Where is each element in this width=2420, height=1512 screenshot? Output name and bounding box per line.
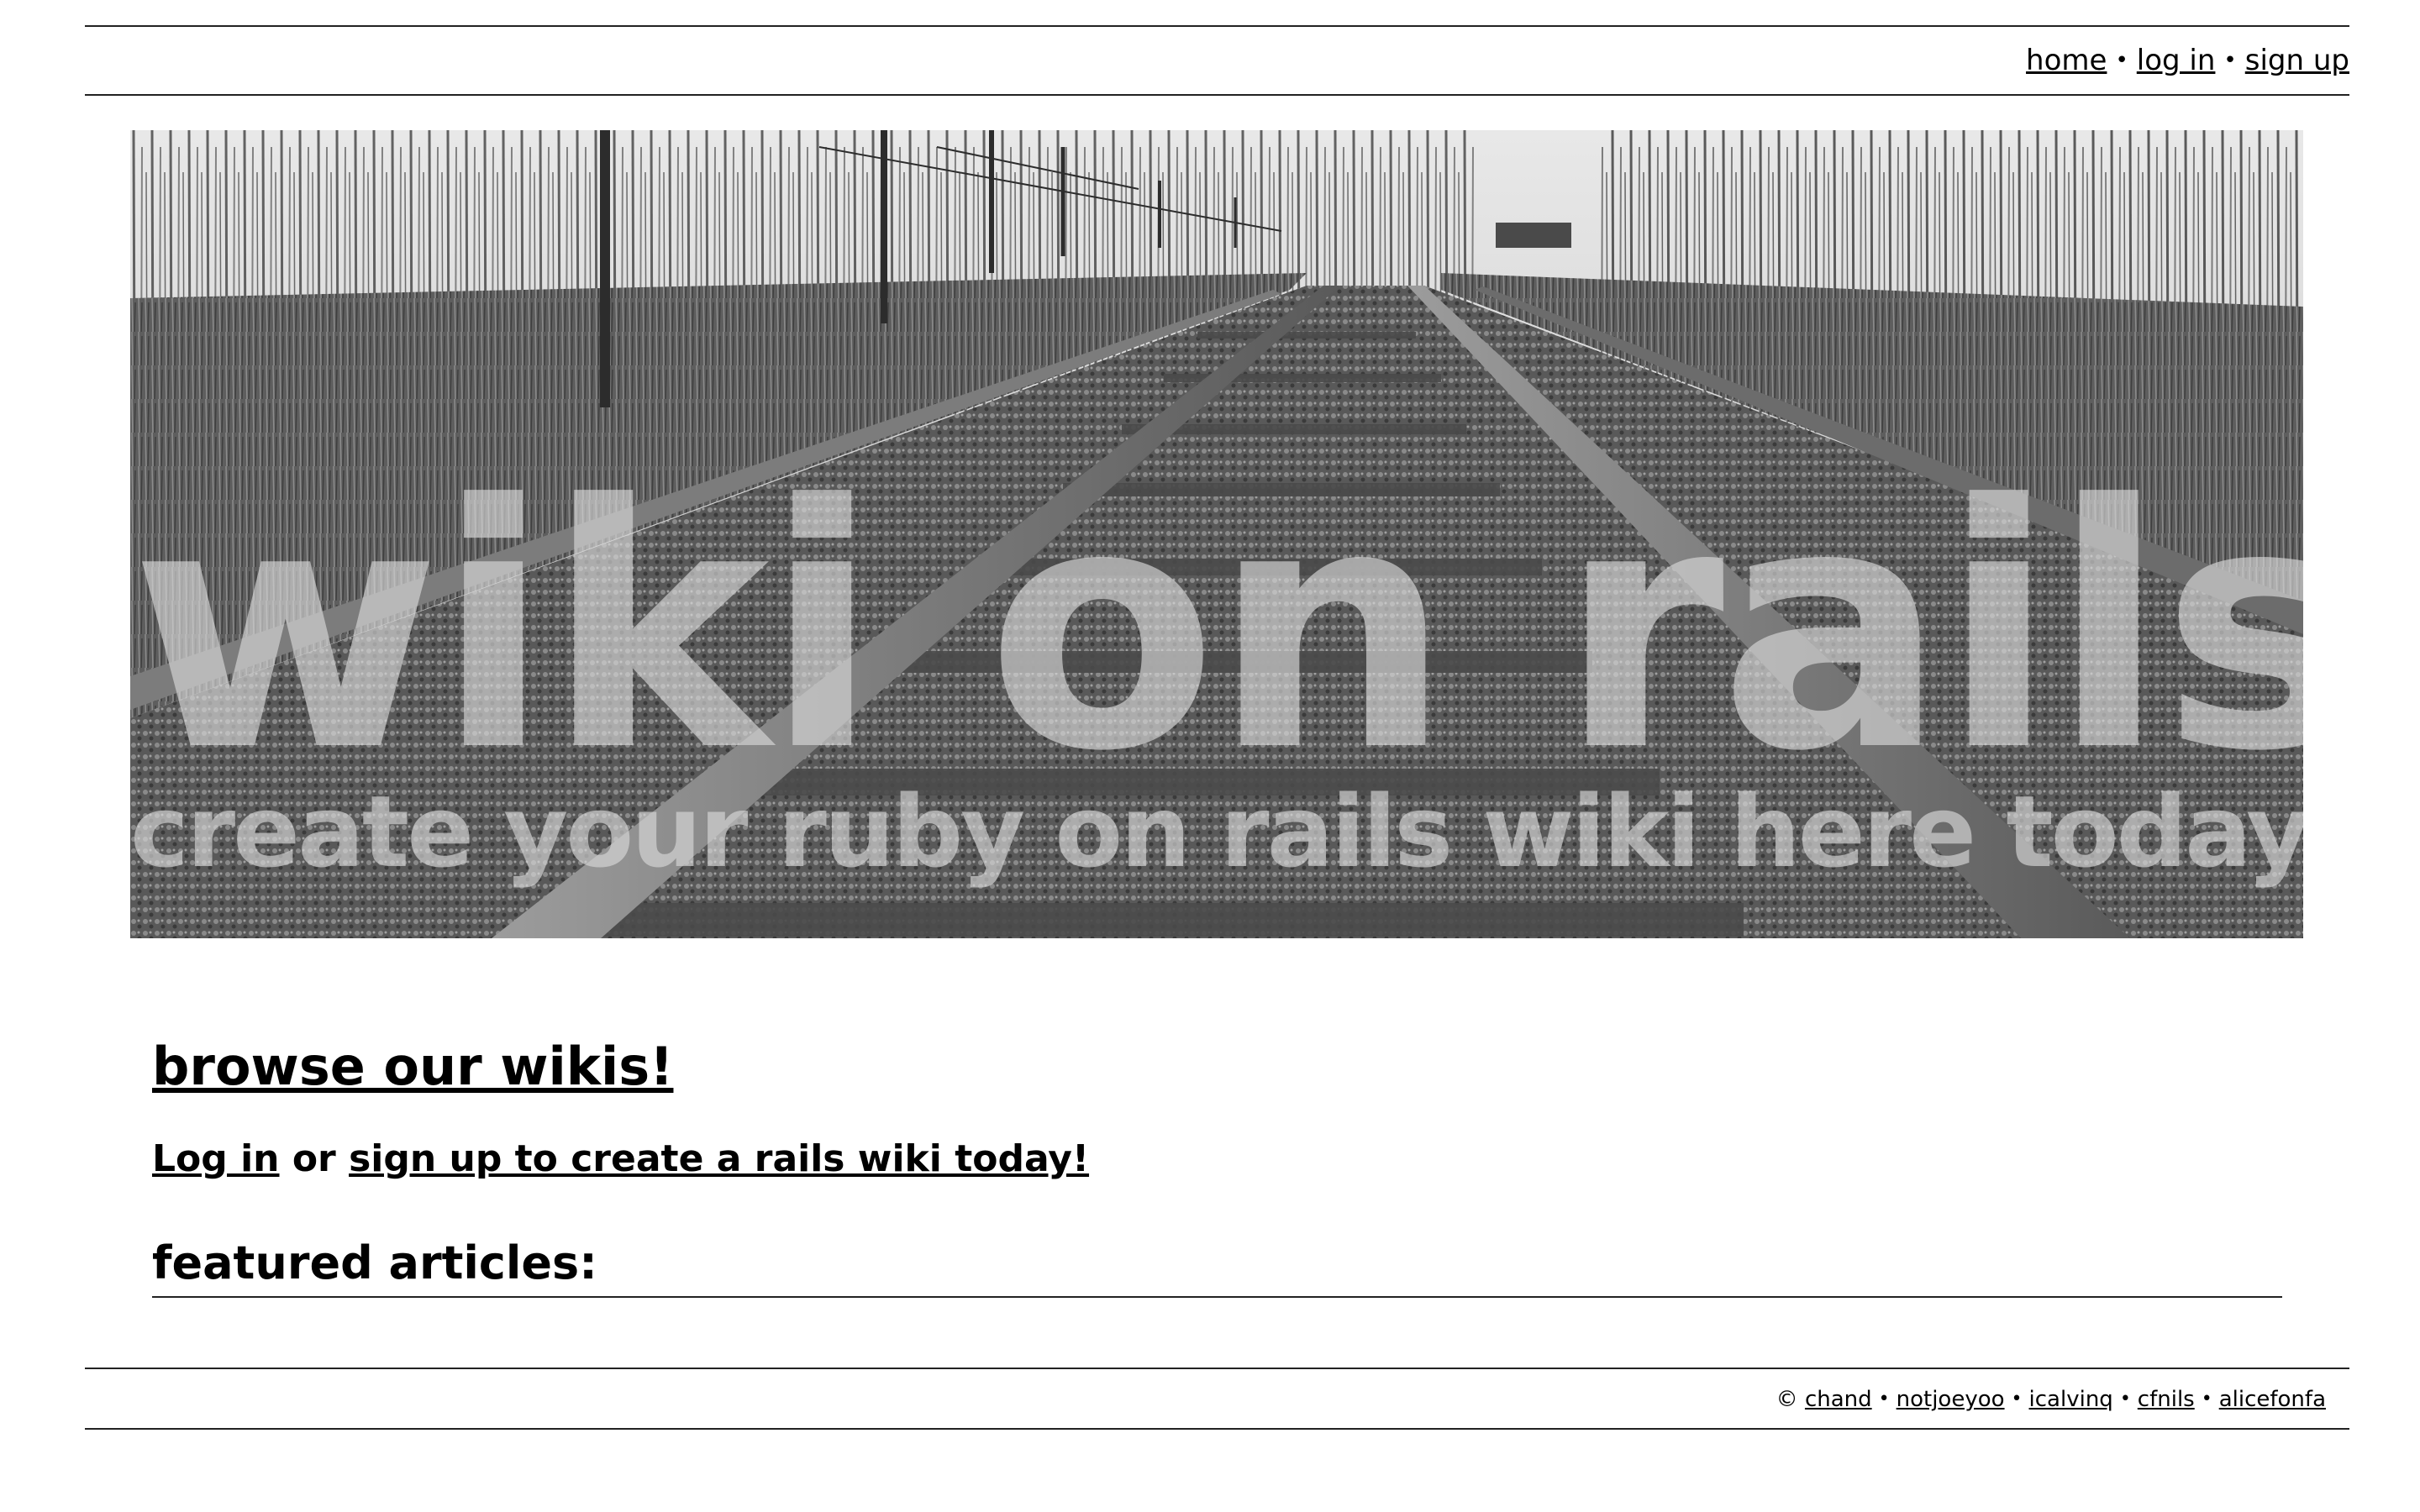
- copyright-symbol: ©: [1776, 1387, 1798, 1412]
- top-nav: home • log in • sign up: [2026, 40, 2349, 81]
- cta-or-text: or: [292, 1137, 336, 1180]
- banner-title: wiki on rails: [130, 434, 2303, 825]
- cta-login-link[interactable]: Log in: [152, 1137, 280, 1180]
- browse-wikis-link[interactable]: browse our wikis!: [152, 1036, 673, 1097]
- nav-home-link[interactable]: home: [2026, 44, 2107, 77]
- footer-separator: •: [2011, 1389, 2023, 1410]
- nav-separator: •: [2223, 48, 2237, 73]
- footer-separator: •: [2119, 1389, 2131, 1410]
- featured-articles-heading: featured articles:: [152, 1231, 2282, 1298]
- footer-author-link[interactable]: notjoeyoo: [1897, 1387, 2005, 1412]
- hero-banner: wiki on rails create your ruby on rails …: [130, 130, 2303, 938]
- call-to-action: Log in or sign up to create a rails wiki…: [152, 1130, 2282, 1189]
- footer-top-rule: [85, 1368, 2349, 1369]
- main-content: browse our wikis! Log in or sign up to c…: [152, 1029, 2282, 1298]
- header-bottom-rule: [85, 94, 2349, 96]
- footer-separator: •: [1878, 1389, 1890, 1410]
- footer-bottom-rule: [85, 1428, 2349, 1430]
- cta-signup-link[interactable]: sign up to create a rails wiki today!: [349, 1137, 1089, 1180]
- nav-separator: •: [2115, 48, 2128, 73]
- footer-author-link[interactable]: chand: [1805, 1387, 1872, 1412]
- nav-login-link[interactable]: log in: [2137, 44, 2216, 77]
- footer-author-link[interactable]: cfnils: [2138, 1387, 2195, 1412]
- footer-credits: © chand • notjoeyoo • icalvinq • cfnils • alicef…: [1776, 1383, 2326, 1416]
- footer-author-link[interactable]: alicefonfa: [2219, 1387, 2326, 1412]
- footer-separator: •: [2201, 1389, 2212, 1410]
- nav-signup-link[interactable]: sign up: [2245, 44, 2349, 77]
- footer-author-link[interactable]: icalvinq: [2029, 1387, 2113, 1412]
- header-top-rule: [85, 25, 2349, 27]
- banner-subtitle: create your ruby on rails wiki here toda…: [130, 774, 2303, 890]
